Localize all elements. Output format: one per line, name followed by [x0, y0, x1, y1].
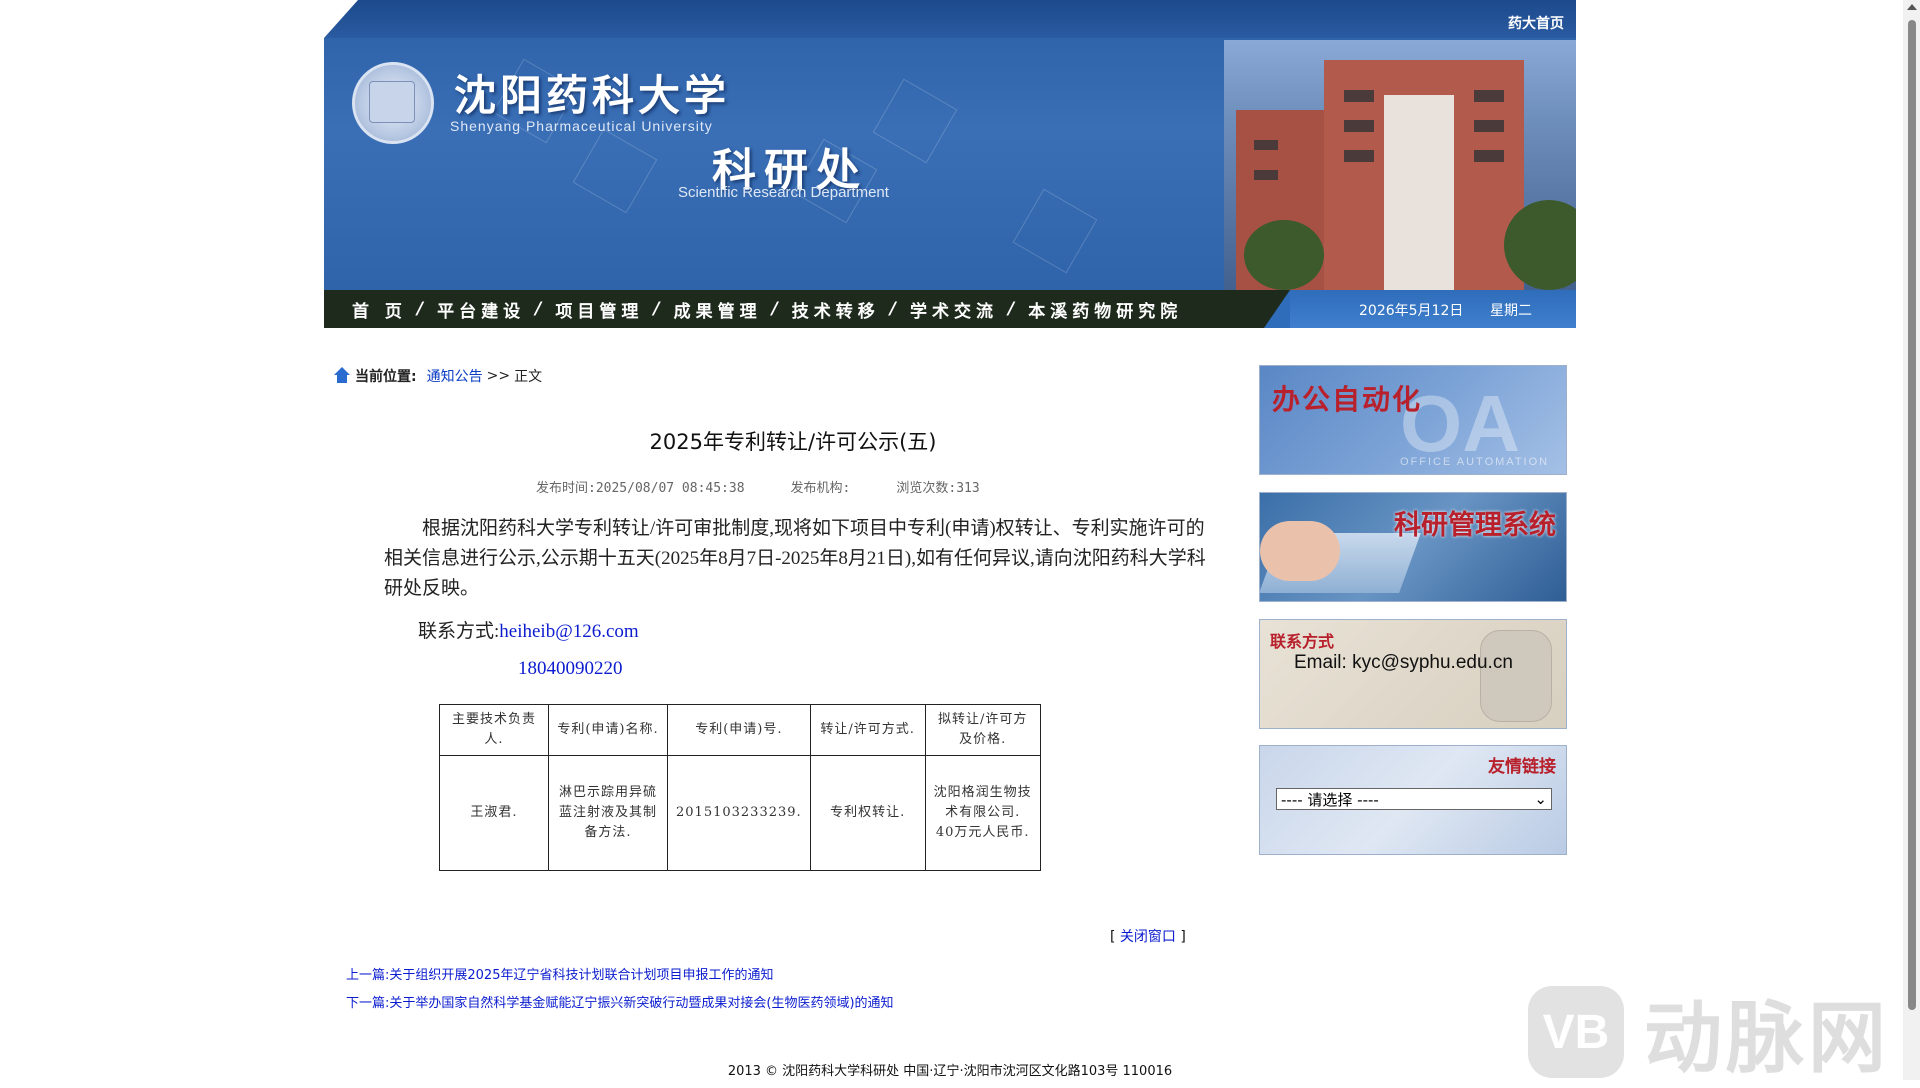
breadcrumb-label: 当前位置:: [355, 369, 417, 385]
contact-banner-title: 联系方式: [1270, 632, 1335, 651]
building-window: [1474, 150, 1504, 162]
decor-hexagon: [1012, 188, 1098, 274]
current-weekday: 星期二: [1490, 303, 1532, 319]
table-header: 主要技术负责人.: [439, 704, 549, 756]
table-header: 转让/许可方式.: [809, 704, 926, 756]
table-cell: 王淑君.: [439, 755, 549, 871]
nav-item-achievements[interactable]: 成果管理: [674, 297, 762, 322]
current-date: 2026年5月12日: [1359, 303, 1464, 319]
research-system-title: 科研管理系统: [1394, 510, 1556, 541]
friendly-links-title: 友情链接: [1488, 757, 1556, 777]
nav-separator: /: [535, 299, 542, 319]
nav-item-platform[interactable]: 平台建设: [437, 297, 525, 322]
telephone-image: [1480, 630, 1552, 722]
university-name-en: Shenyang Pharmaceutical University: [450, 118, 713, 134]
article-body: 根据沈阳药科大学专利转让/许可审批制度,现将如下项目中专利(申请)权转让、专利实…: [384, 518, 1206, 599]
oa-subtitle: OFFICE AUTOMATION: [1400, 456, 1550, 468]
article-contact: 联系方式:heiheib@126.com: [418, 616, 639, 643]
patent-table: 主要技术负责人. 专利(申请)名称. 专利(申请)号. 转让/许可方式. 拟转让…: [439, 704, 1041, 871]
friendly-links-select[interactable]: ---- 请选择 ---- ⌄: [1276, 788, 1552, 810]
select-value: ---- 请选择 ----: [1281, 790, 1379, 809]
header-top-bar: 药大首页: [324, 0, 1576, 38]
hand-image: [1260, 521, 1340, 581]
university-name-cn: 沈阳药科大学: [454, 71, 731, 120]
table-header: 专利(申请)号.: [667, 704, 811, 756]
site-header: 药大首页 沈阳药科大学 Shenyang Pharmaceutical Univ…: [324, 0, 1576, 290]
table-cell: 专利权转让.: [809, 755, 926, 871]
breadcrumb: 当前位置: 通知公告 >> 正文: [333, 366, 542, 386]
view-count: 浏览次数:313: [896, 481, 980, 496]
building-window: [1474, 120, 1504, 132]
contact-banner-email: Email: kyc@syphu.edu.cn: [1294, 652, 1513, 673]
main-nav: 首 页 / 平台建设 / 项目管理 / 成果管理 / 技术转移 / 学术交流 /…: [324, 290, 1576, 328]
contact-email[interactable]: heiheib@126.com: [499, 621, 638, 642]
prev-label: 上一篇:: [346, 968, 390, 983]
nav-separator: /: [1008, 299, 1015, 319]
contact-banner: 联系方式 Email: kyc@syphu.edu.cn: [1259, 619, 1567, 729]
table-cell: 沈阳格润生物技术有限公司. 40万元人民币.: [924, 755, 1041, 871]
next-title: 关于举办国家自然科学基金赋能辽宁振兴新突破行动暨成果对接会(生物医药领域)的通知: [389, 996, 894, 1011]
oa-banner[interactable]: OA OFFICE AUTOMATION 办公自动化: [1259, 365, 1567, 475]
contact-phone: 18040090220: [518, 658, 623, 679]
publisher: 发布机构:: [790, 481, 851, 496]
chevron-down-icon: ⌄: [1534, 790, 1547, 808]
breadcrumb-arrow: >>: [486, 368, 511, 384]
vertical-scrollbar[interactable]: [1903, 0, 1920, 1080]
nav-item-home[interactable]: 首 页: [352, 297, 407, 322]
building-window: [1254, 170, 1278, 180]
nav-separator: /: [771, 299, 778, 319]
page-frame: 药大首页 沈阳药科大学 Shenyang Pharmaceutical Univ…: [324, 0, 1576, 1080]
building-facade: [1384, 95, 1454, 290]
oa-title: 办公自动化: [1272, 383, 1423, 416]
watermark-text: 动脉网: [1644, 994, 1891, 1084]
article-meta: 发布时间:2025/08/07 08:45:38 发布机构: 浏览次数:313: [536, 477, 1026, 496]
friendly-links-box: 友情链接 ---- 请选择 ---- ⌄: [1259, 745, 1567, 855]
site-footer: 2013 © 沈阳药科大学科研处 中国·辽宁·沈阳市沈河区文化路103号 110…: [727, 1064, 1173, 1079]
close-window-link[interactable]: 关闭窗口: [1120, 929, 1176, 945]
table-cell: 淋巴示踪用异硫蓝注射液及其制备方法.: [548, 755, 668, 871]
next-article-link[interactable]: 下一篇:关于举办国家自然科学基金赋能辽宁振兴新突破行动暨成果对接会(生物医药领域…: [346, 992, 894, 1011]
watermark-logo: VB: [1528, 986, 1624, 1078]
prev-title: 关于组织开展2025年辽宁省科技计划联合计划项目申报工作的通知: [389, 968, 774, 983]
university-seal-logo: [352, 62, 434, 144]
table-row: 王淑君. 淋巴示踪用异硫蓝注射液及其制备方法. 2015103233239. 专…: [439, 755, 1041, 871]
building-window: [1254, 140, 1278, 150]
contact-label: 联系方式:: [418, 621, 500, 642]
watermark: VB 动脉网: [1528, 976, 1890, 1088]
prev-article-link[interactable]: 上一篇:关于组织开展2025年辽宁省科技计划联合计划项目申报工作的通知: [346, 964, 773, 983]
decor-hexagon: [572, 128, 658, 214]
nav-separator: /: [889, 299, 897, 319]
breadcrumb-current: 正文: [514, 369, 543, 385]
building-window: [1344, 90, 1374, 102]
nav-separator: /: [416, 299, 424, 319]
next-label: 下一篇:: [346, 996, 390, 1011]
close-window: [ 关闭窗口 ]: [1110, 929, 1186, 945]
building-window: [1474, 90, 1504, 102]
department-name-en: Scientific Research Department: [678, 184, 889, 201]
nav-item-benxi-institute[interactable]: 本溪药物研究院: [1028, 297, 1182, 322]
table-header: 专利(申请)名称.: [548, 704, 668, 756]
article-title: 2025年专利转让/许可公示(五): [649, 430, 937, 454]
table-header-row: 主要技术负责人. 专利(申请)名称. 专利(申请)号. 转让/许可方式. 拟转让…: [439, 704, 1041, 756]
nav-items: 首 页 / 平台建设 / 项目管理 / 成果管理 / 技术转移 / 学术交流 /…: [352, 290, 1182, 328]
home-icon: [333, 367, 351, 385]
nav-item-academic-exchange[interactable]: 学术交流: [910, 297, 998, 322]
university-home-link[interactable]: 药大首页: [1508, 13, 1564, 33]
building-window: [1344, 120, 1374, 132]
nav-item-tech-transfer[interactable]: 技术转移: [792, 297, 880, 322]
tree: [1244, 220, 1324, 290]
research-system-banner[interactable]: 科研管理系统: [1259, 492, 1567, 602]
scroll-up-icon[interactable]: [1907, 4, 1917, 10]
building-window: [1344, 150, 1374, 162]
publish-time: 发布时间:2025/08/07 08:45:38: [536, 481, 745, 496]
breadcrumb-link-notices[interactable]: 通知公告: [427, 366, 483, 386]
table-cell: 2015103233239.: [667, 755, 811, 871]
decor-hexagon: [872, 78, 958, 164]
scroll-thumb[interactable]: [1908, 20, 1916, 1010]
table-header: 拟转让/许可方及价格.: [924, 704, 1041, 756]
nav-separator: /: [653, 299, 660, 319]
nav-item-projects[interactable]: 项目管理: [555, 297, 643, 322]
